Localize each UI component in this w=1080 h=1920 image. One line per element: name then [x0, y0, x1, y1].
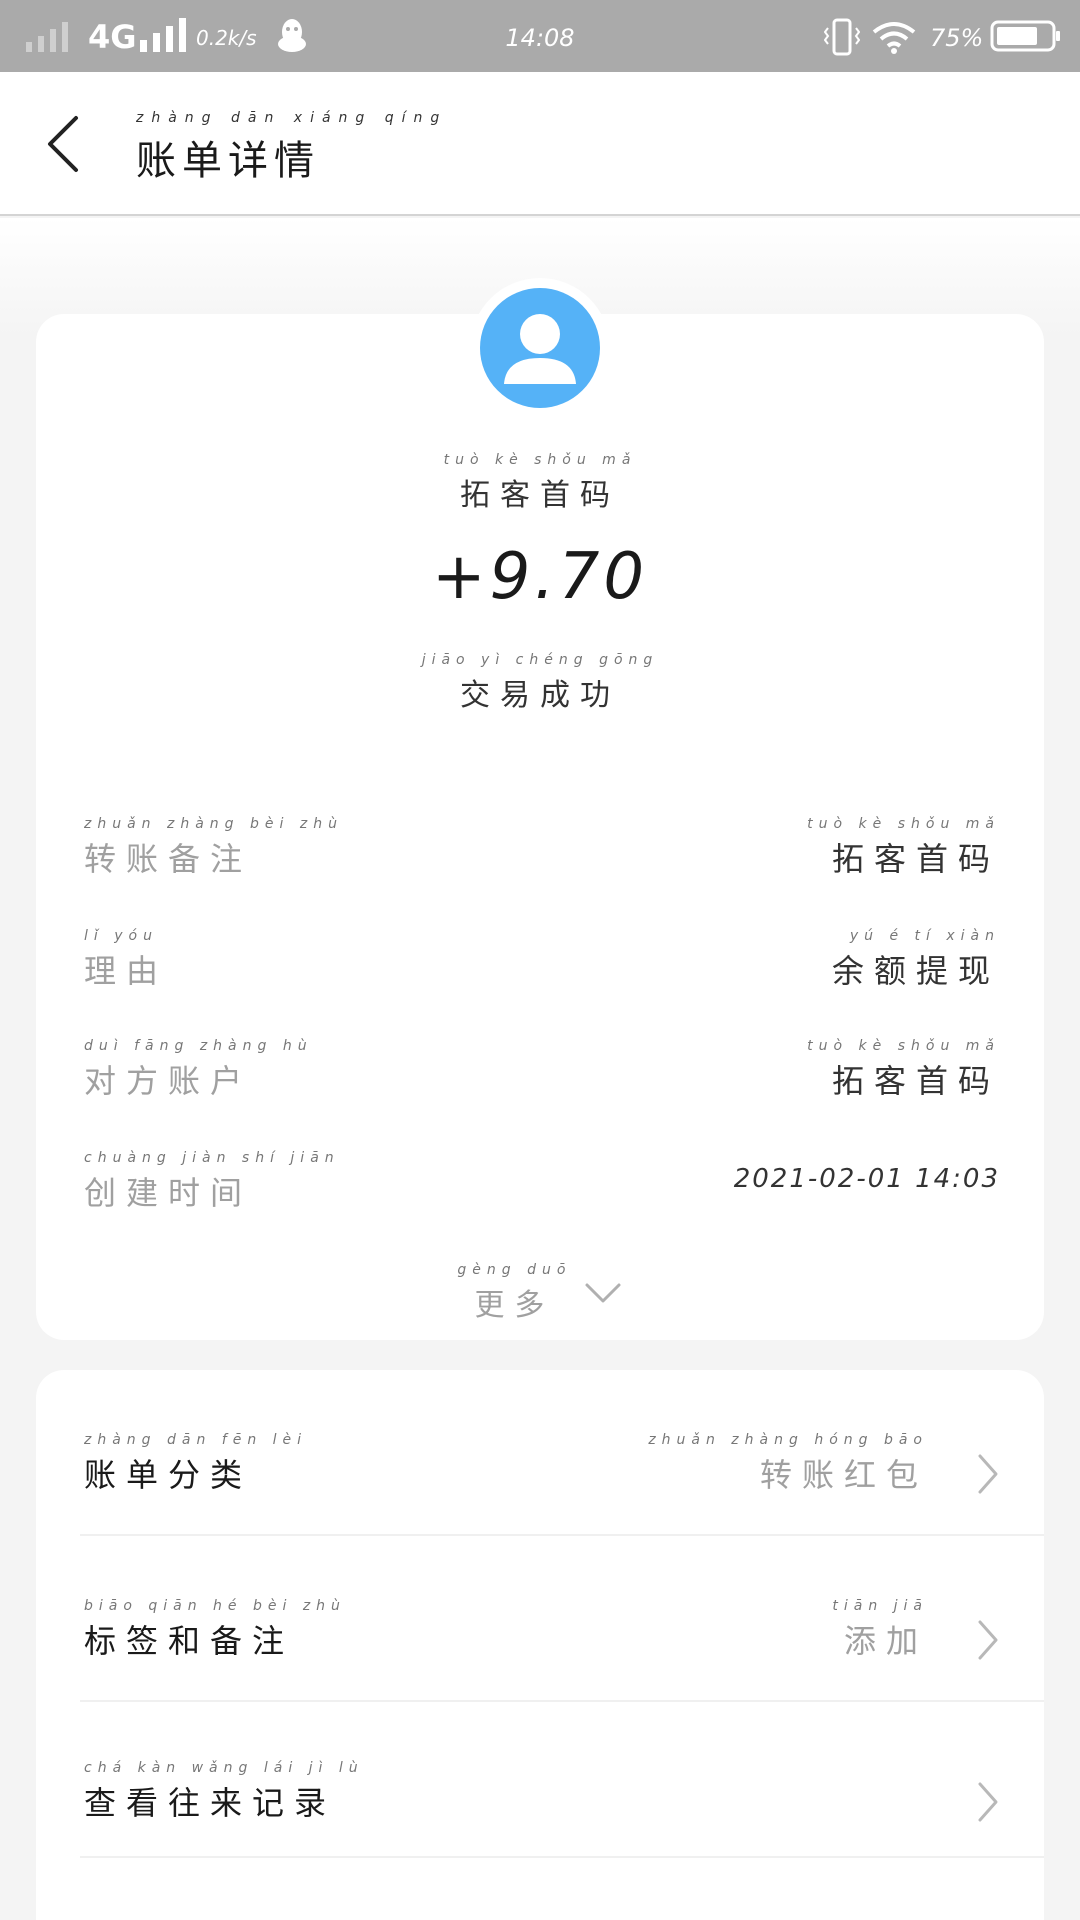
- divider: [80, 1534, 1044, 1536]
- created-time-value: 2021-02-01 14:03: [733, 1164, 1000, 1194]
- list-value-pinyin: zhuǎn zhàng hóng bāo: [648, 1432, 928, 1448]
- list-label: biāo qiān hé bèi zhù 标签和备注: [84, 1598, 346, 1662]
- detail-label-pinyin: zhuǎn zhàng bèi zhù: [84, 816, 343, 832]
- tags-notes-row[interactable]: biāo qiān hé bèi zhù 标签和备注 tiān jiā 添加: [84, 1598, 1044, 1678]
- payee-pinyin: tuò kè shǒu mǎ: [443, 452, 637, 468]
- detail-value: tuò kè shǒu mǎ 拓客首码: [807, 816, 1000, 880]
- detail-label-text: 理由: [84, 952, 169, 990]
- divider: [80, 1856, 1044, 1858]
- list-value-text: 添加: [843, 1622, 928, 1660]
- detail-label-pinyin: chuàng jiàn shí jiān: [84, 1150, 340, 1166]
- detail-label: zhuǎn zhàng bèi zhù 转账备注: [84, 816, 343, 880]
- battery-icon: [990, 20, 1060, 52]
- page-title-pinyin: zhàng dān xiáng qíng: [136, 110, 448, 126]
- list-label-pinyin: biāo qiān hé bèi zhù: [84, 1598, 346, 1614]
- list-label: chá kàn wǎng lái jì lù 查看往来记录: [84, 1760, 364, 1824]
- page-title-text: 账单详情: [136, 138, 320, 184]
- detail-value-pinyin: tuò kè shǒu mǎ: [807, 816, 1000, 832]
- more-text: 更多: [474, 1288, 555, 1323]
- vibrate-icon: [824, 18, 860, 56]
- divider: [80, 1700, 1044, 1702]
- more-label: gèng duō 更多: [457, 1262, 571, 1324]
- payee-text: 拓客首码: [460, 478, 620, 513]
- list-value-text: 转账红包: [759, 1456, 928, 1494]
- status-bar: 4G 0.2k/s 14:08 75%: [0, 0, 1080, 72]
- payee-name: tuò kè shǒu mǎ 拓客首码: [0, 452, 1080, 514]
- title-bar: zhàng dān xiáng qíng 账单详情: [0, 72, 1080, 216]
- list-label-pinyin: zhàng dān fēn lèi: [84, 1432, 308, 1448]
- status-text: 交易成功: [460, 678, 620, 713]
- list-label-text: 账单分类: [84, 1456, 253, 1494]
- detail-label: lǐ yóu 理由: [84, 928, 168, 992]
- status-pinyin: jiāo yì chéng gōng: [421, 652, 659, 668]
- detail-label-text: 创建时间: [84, 1174, 253, 1212]
- chevron-right-icon: [978, 1454, 998, 1494]
- list-label-text: 查看往来记录: [84, 1784, 337, 1822]
- transaction-status: jiāo yì chéng gōng 交易成功: [0, 652, 1080, 714]
- avatar: [480, 288, 600, 408]
- clock: 14:08: [505, 24, 575, 52]
- more-toggle[interactable]: gèng duō 更多: [0, 1262, 1080, 1324]
- detail-label-text: 转账备注: [84, 840, 253, 878]
- detail-value-pinyin: tuò kè shǒu mǎ: [807, 1038, 1000, 1054]
- bill-detail-screen: 4G 0.2k/s 14:08 75% zhàng dān xiáng qíng…: [0, 0, 1080, 1920]
- list-label-pinyin: chá kàn wǎng lái jì lù: [84, 1760, 364, 1776]
- detail-label-pinyin: lǐ yóu: [84, 928, 158, 944]
- more-pinyin: gèng duō: [457, 1262, 572, 1278]
- view-history-row[interactable]: chá kàn wǎng lái jì lù 查看往来记录: [84, 1760, 1044, 1840]
- detail-label-pinyin: duì fāng zhàng hù: [84, 1038, 313, 1054]
- detail-value: tuò kè shǒu mǎ 拓客首码: [807, 1038, 1000, 1102]
- detail-row-transfer-note: zhuǎn zhàng bèi zhù 转账备注 tuò kè shǒu mǎ …: [84, 816, 1000, 878]
- detail-row-created-time: chuàng jiàn shí jiān 创建时间 2021-02-01 14:…: [84, 1150, 1000, 1212]
- detail-row-counterparty: duì fāng zhàng hù 对方账户 tuò kè shǒu mǎ 拓客…: [84, 1038, 1000, 1100]
- list-value: tiān jiā 添加: [832, 1598, 928, 1662]
- detail-value-pinyin: yú é tí xiàn: [849, 928, 1000, 944]
- list-label: zhàng dān fēn lèi 账单分类: [84, 1432, 307, 1496]
- user-silhouette-icon: [504, 314, 576, 384]
- chevron-right-icon: [978, 1620, 998, 1660]
- bill-category-row[interactable]: zhàng dān fēn lèi 账单分类 zhuǎn zhàng hóng …: [84, 1432, 1044, 1512]
- detail-value-text: 余额提现: [831, 952, 1000, 990]
- back-arrow-icon[interactable]: [40, 112, 90, 176]
- detail-label: duì fāng zhàng hù 对方账户: [84, 1038, 313, 1102]
- detail-value: yú é tí xiàn 余额提现: [832, 928, 1000, 992]
- detail-row-reason: lǐ yóu 理由 yú é tí xiàn 余额提现: [84, 928, 1000, 990]
- list-value: zhuǎn zhàng hóng bāo 转账红包: [648, 1432, 928, 1496]
- detail-value-text: 拓客首码: [831, 840, 1000, 878]
- list-value-pinyin: tiān jiā: [832, 1598, 928, 1614]
- amount: +9.70: [431, 540, 649, 614]
- list-label-text: 标签和备注: [84, 1622, 295, 1660]
- detail-label-text: 对方账户: [84, 1062, 253, 1100]
- detail-value-text: 拓客首码: [831, 1062, 1000, 1100]
- wifi-icon: [872, 22, 916, 54]
- chevron-right-icon: [978, 1782, 998, 1822]
- battery-percent: 75%: [930, 24, 984, 52]
- page-title: zhàng dān xiáng qíng 账单详情: [136, 110, 447, 186]
- detail-label: chuàng jiàn shí jiān 创建时间: [84, 1150, 340, 1214]
- chevron-down-icon: [585, 1283, 621, 1303]
